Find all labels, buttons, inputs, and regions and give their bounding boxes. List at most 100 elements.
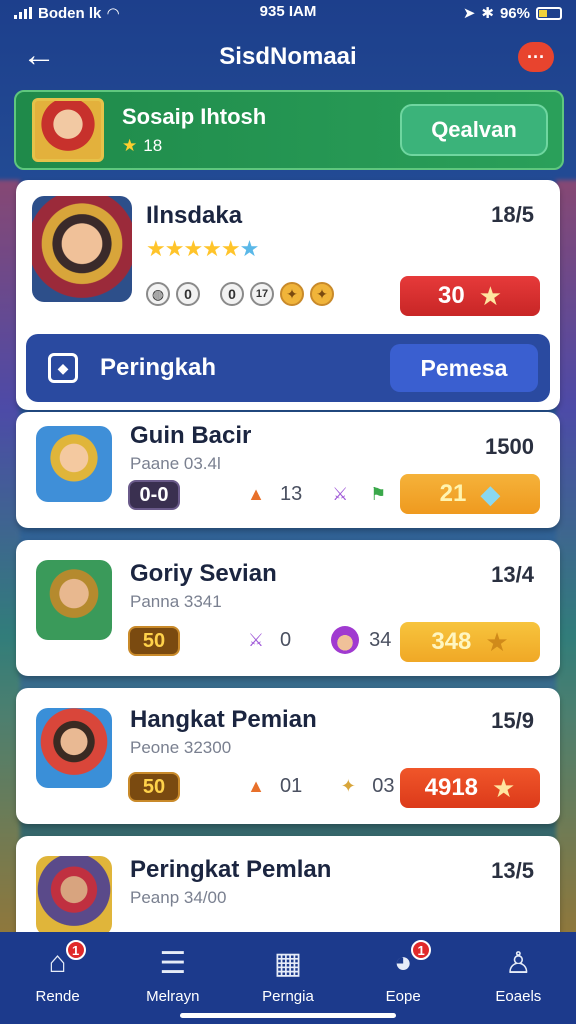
player-row[interactable]: Peringkat Pemlan Peanp 34/00 13/5 <box>16 836 560 946</box>
resource-value: 0 <box>176 282 200 306</box>
player-name: Guin Bacir <box>130 422 252 449</box>
player-level-chip: 50 <box>128 626 180 656</box>
notification-badge: 1 <box>411 940 432 960</box>
ranking-bar: ◆ Peringkah Pemesa <box>26 334 550 402</box>
ranking-action-button[interactable]: Pemesa <box>390 344 538 392</box>
player-row[interactable]: Hangkat Pemian Peone 32300 15/9 50 ▲ 01 … <box>16 688 560 824</box>
hero-name: Ilnsdaka <box>146 202 243 229</box>
banner-action-button[interactable]: Qealvan <box>400 104 548 156</box>
nav-item-home[interactable]: ⌂ 1 Rende <box>8 940 108 1005</box>
nav-item-grid[interactable]: ▦ Perngia <box>238 944 338 1006</box>
hero-score: 18/5 <box>491 202 534 227</box>
stat-value: 01 <box>280 774 303 797</box>
player-row[interactable]: Goriy Sevian Panna 3341 13/4 50 ⚔ 0 34 3… <box>16 540 560 676</box>
nav-label: Melrayn <box>146 988 200 1005</box>
player-stat: ▲ 01 ✦ 03 <box>242 772 395 800</box>
reward-value: 30 <box>437 282 465 309</box>
stat-value: 0 <box>280 628 292 651</box>
ranking-label: Peringkah <box>100 354 217 381</box>
location-icon: ➤ <box>462 5 476 22</box>
page-title: SisdNomaai <box>219 43 357 70</box>
player-score: 13/5 <box>491 858 534 883</box>
hero-resources: ◍ 0 0 17 ✦ ✦ <box>146 282 334 306</box>
list-icon: ☰ <box>159 946 187 980</box>
star-icon: ★ <box>485 626 509 657</box>
hero-reward-button[interactable]: 30 ★ <box>400 276 540 316</box>
player-subtitle: Panna 3341 <box>130 592 222 611</box>
flag-icon: ⚑ <box>370 483 387 504</box>
reward-value: 21 <box>439 480 467 507</box>
carrier-label: Boden lk <box>38 4 102 22</box>
nav-item-list[interactable]: ☰ Melrayn <box>123 944 223 1006</box>
player-name: Peringkat Pemlan <box>130 856 332 883</box>
wifi-icon: ◠ <box>107 5 119 22</box>
reward-value: 4918 <box>424 774 479 801</box>
chat-bubble-icon[interactable]: ··· <box>518 42 554 72</box>
battery-percent: 96% <box>499 4 530 22</box>
home-indicator <box>180 1013 396 1018</box>
hero-icon <box>331 626 360 654</box>
fire-icon: ▲ <box>247 775 265 796</box>
star-icon: ★ <box>478 280 502 311</box>
grid-icon: ▦ <box>273 946 303 980</box>
player-score: 1500 <box>485 434 534 459</box>
header: ← SisdNomaai ··· <box>0 34 576 80</box>
player-row[interactable]: Guin Bacir Paane 03.4l 1500 0-0 ▲ 13 ⚔ ⚑… <box>16 412 560 528</box>
notification-badge: 1 <box>65 940 86 960</box>
banner-star-count: 18 <box>143 136 163 155</box>
reward-value: 348 <box>431 628 472 655</box>
resource-value: 0 <box>220 282 244 306</box>
sword-icon: ⚔ <box>332 483 349 504</box>
player-score: 13/4 <box>491 562 534 587</box>
ranking-icon: ◆ <box>48 353 78 383</box>
player-subtitle: Peanp 34/00 <box>130 888 227 907</box>
profile-icon: ♙ <box>504 946 532 980</box>
nav-label: Eoaels <box>495 988 542 1005</box>
nav-item-chart[interactable]: ◕ 1 Eope <box>353 940 453 1005</box>
hook-icon: ✦ <box>340 775 356 796</box>
resource-icon: ◍ <box>146 282 170 306</box>
nav-label: Rende <box>35 988 80 1005</box>
player-subtitle: Paane 03.4l <box>130 454 221 473</box>
player-score: 15/9 <box>491 708 534 733</box>
status-time: 935 IAM <box>259 3 317 20</box>
player-avatar <box>36 560 112 640</box>
fire-icon: ▲ <box>247 483 265 504</box>
nav-item-profile[interactable]: ♙ Eoaels <box>468 944 568 1006</box>
player-level-chip: 0-0 <box>128 480 180 510</box>
status-bar: Boden lk ◠ 935 IAM ➤ ✱ 96% <box>0 0 576 26</box>
gem-icon: ◆ <box>480 478 501 509</box>
hero-avatar <box>32 196 132 302</box>
player-reward-button[interactable]: 4918 ★ <box>400 768 540 808</box>
banner-title: Sosaip Ihtosh <box>122 104 267 129</box>
player-avatar <box>36 426 112 502</box>
sword-icon: ⚔ <box>247 629 265 650</box>
player-avatar <box>36 708 112 788</box>
player-stat: ⚔ 0 34 <box>242 626 391 654</box>
signal-icon <box>14 7 32 19</box>
player-stat: ▲ 13 ⚔ ⚑ <box>242 480 392 508</box>
gold-coin-icon: ✦ <box>280 282 304 306</box>
nav-label: Perngia <box>262 988 314 1005</box>
bluetooth-icon: ✱ <box>481 5 494 22</box>
resource-value: 17 <box>250 282 274 306</box>
gold-coin-icon: ✦ <box>310 282 334 306</box>
banner-avatar <box>32 98 104 162</box>
back-arrow-icon[interactable]: ← <box>22 38 56 74</box>
star-icon: ★ <box>122 136 138 155</box>
player-name: Goriy Sevian <box>130 560 277 587</box>
nav-label: Eope <box>385 988 421 1005</box>
stat-value: 34 <box>369 628 392 651</box>
hero-rating: ★★★★★★ <box>146 236 259 261</box>
player-reward-button[interactable]: 21 ◆ <box>400 474 540 514</box>
bottom-navigation: ⌂ 1 Rende ☰ Melrayn ▦ Perngia ◕ 1 Eope ♙… <box>0 932 576 1024</box>
player-avatar <box>36 856 112 936</box>
star-icon: ★ <box>492 772 516 803</box>
player-level-chip: 50 <box>128 772 180 802</box>
stat-value: 03 <box>372 774 395 797</box>
stat-value: 13 <box>280 482 303 505</box>
player-reward-button[interactable]: 348 ★ <box>400 622 540 662</box>
battery-icon <box>536 6 562 20</box>
player-subtitle: Peone 32300 <box>130 738 232 757</box>
player-name: Hangkat Pemian <box>130 706 317 733</box>
